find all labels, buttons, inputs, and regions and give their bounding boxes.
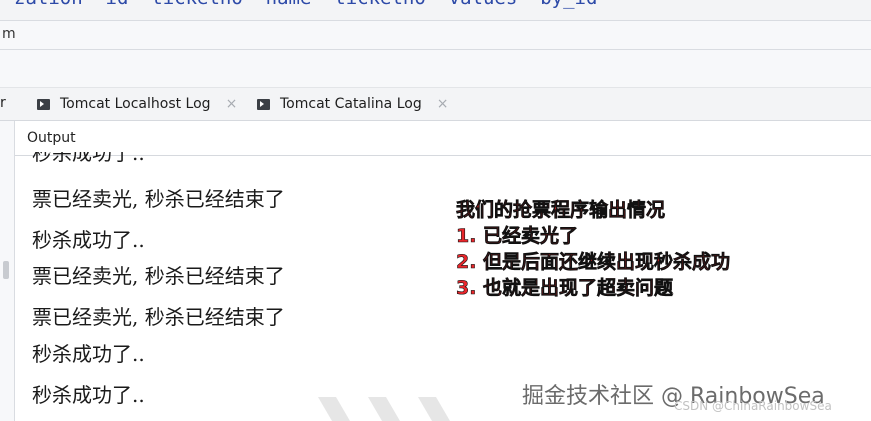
annotation-title: 我们的抢票程序输出情况: [456, 199, 666, 222]
log-line: 票已经卖光, 秒杀已经结束了: [32, 264, 285, 288]
log-line: 秒杀成功了..: [32, 152, 145, 165]
watermark-secondary: CSDN @ChinaRainbowSea: [674, 399, 832, 413]
watermark-stripe: [318, 397, 350, 421]
console-icon: [37, 98, 50, 110]
tab-tomcat-catalina-log[interactable]: Tomcat Catalina Log ×: [257, 94, 448, 114]
path-bar: m: [0, 20, 871, 50]
log-line: 秒杀成功了..: [32, 383, 145, 407]
output-header: Output: [0, 121, 871, 156]
tab-label: Tomcat Catalina Log: [280, 96, 422, 112]
tab-stub-label[interactable]: r: [0, 95, 6, 111]
toolbar-area: [0, 50, 871, 88]
annotation-point: 1. 已经卖光了: [456, 225, 579, 248]
code-fragment: zation id ticketno name ticketno values …: [14, 0, 597, 9]
tab-label: Tomcat Localhost Log: [60, 96, 211, 112]
gutter-marker: [3, 261, 9, 279]
log-line: 票已经卖光, 秒杀已经结束了: [32, 305, 285, 329]
watermark-stripes: [318, 397, 450, 421]
close-icon[interactable]: ×: [437, 96, 449, 112]
log-line: 票已经卖光, 秒杀已经结束了: [32, 187, 285, 211]
close-icon[interactable]: ×: [226, 96, 238, 112]
log-tab-bar: r Tomcat Localhost Log × Tomcat Catalina…: [0, 88, 871, 121]
watermark-stripe: [418, 397, 450, 421]
annotation-point: 2. 但是后面还继续出现秒杀成功: [456, 251, 731, 274]
annotation-overlay: 我们的抢票程序输出情况 1. 已经卖光了 2. 但是后面还继续出现秒杀成功 3.…: [456, 197, 856, 301]
log-line: 秒杀成功了..: [32, 228, 145, 252]
path-fragment: m: [2, 26, 16, 42]
watermark-stripe: [368, 397, 400, 421]
console-output: 秒杀成功了.. 票已经卖光, 秒杀已经结束了 秒杀成功了.. 票已经卖光, 秒杀…: [32, 152, 452, 421]
code-fragment-strip: zation id ticketno name ticketno values …: [0, 0, 871, 20]
annotation-point: 3. 也就是出现了超卖问题: [456, 277, 674, 300]
tab-tomcat-localhost-log[interactable]: Tomcat Localhost Log ×: [37, 94, 237, 114]
console-icon: [257, 98, 270, 110]
output-tab[interactable]: Output: [27, 130, 76, 146]
log-line: 秒杀成功了..: [32, 342, 145, 366]
left-gutter: [0, 121, 15, 421]
